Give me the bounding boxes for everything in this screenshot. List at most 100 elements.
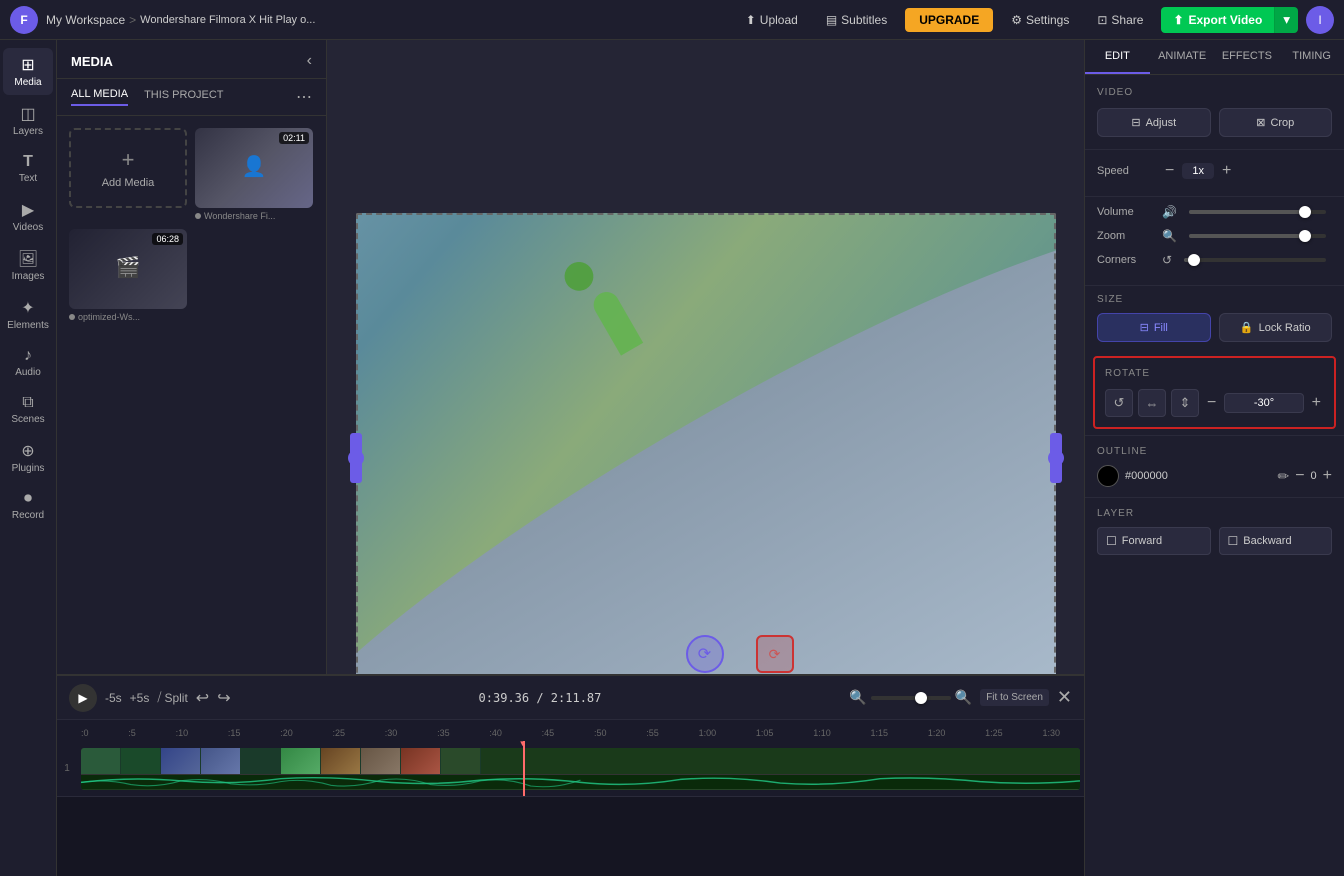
forward-checkbox-icon: ☐ bbox=[1106, 534, 1117, 548]
avatar[interactable]: I bbox=[1306, 6, 1334, 34]
rotate-title: ROTATE bbox=[1105, 368, 1324, 379]
layer-forward-button[interactable]: ☐ Forward bbox=[1097, 527, 1211, 555]
ruler-mark: :55 bbox=[646, 728, 659, 738]
ruler-mark: :35 bbox=[437, 728, 450, 738]
sidebar-item-record[interactable]: ⏺ Record bbox=[3, 483, 53, 528]
outline-minus-button[interactable]: − bbox=[1295, 467, 1304, 485]
ruler-mark: :15 bbox=[228, 728, 241, 738]
ruler-mark: :5 bbox=[128, 728, 136, 738]
split-icon: ⧸ bbox=[157, 690, 161, 705]
speed-minus-button[interactable]: − bbox=[1161, 162, 1178, 180]
media-thumb-2-duration: 06:28 bbox=[152, 233, 183, 245]
volume-label: Volume bbox=[1097, 206, 1162, 218]
backward-checkbox-icon: ☐ bbox=[1228, 534, 1239, 548]
sidebar-item-layers[interactable]: ◫ Layers bbox=[3, 97, 53, 144]
rotate-indicator-icon: ⟳ bbox=[698, 644, 711, 664]
share-icon: ⊡ bbox=[1097, 13, 1107, 27]
export-button[interactable]: ⬆ Export Video bbox=[1161, 7, 1274, 33]
sidebar-item-images[interactable]: 🖼 Images bbox=[3, 242, 53, 289]
speed-value: 1x bbox=[1182, 163, 1214, 179]
tab-edit[interactable]: EDIT bbox=[1085, 40, 1150, 74]
skip-fwd-button[interactable]: +5s bbox=[130, 691, 150, 705]
outline-color-swatch[interactable] bbox=[1097, 465, 1119, 487]
ruler-mark: :40 bbox=[489, 728, 502, 738]
media-thumb-1[interactable]: 👤 02:11 Wondershare Fi... bbox=[195, 128, 313, 221]
corners-icon: ↺ bbox=[1162, 253, 1172, 267]
videos-icon: ▶ bbox=[22, 200, 34, 220]
redo-button[interactable]: ↪ bbox=[217, 688, 230, 708]
sidebar-item-text[interactable]: T Text bbox=[3, 146, 53, 191]
zoom-out-icon[interactable]: 🔍 bbox=[849, 689, 866, 706]
rotate-ccw-button[interactable]: ↺ bbox=[1105, 389, 1133, 417]
elements-icon: ✦ bbox=[21, 298, 34, 318]
sidebar-item-scenes[interactable]: ⧉ Scenes bbox=[3, 387, 53, 432]
corners-slider[interactable] bbox=[1184, 258, 1326, 262]
ruler-mark: 1:25 bbox=[985, 728, 1003, 738]
workspace-link[interactable]: My Workspace bbox=[46, 13, 125, 27]
video-canvas[interactable]: STOKE bbox=[356, 213, 1056, 703]
layer-backward-button[interactable]: ☐ Backward bbox=[1219, 527, 1333, 555]
sidebar-item-videos[interactable]: ▶ Videos bbox=[3, 193, 53, 240]
speed-plus-button[interactable]: + bbox=[1218, 162, 1235, 180]
rotate-plus-button[interactable]: + bbox=[1309, 394, 1324, 412]
sidebar-item-audio[interactable]: ♪ Audio bbox=[3, 340, 53, 385]
timeline-ruler: :0 :5 :10 :15 :20 :25 :30 :35 :40 :45 :5… bbox=[57, 719, 1084, 741]
undo-button[interactable]: ↩ bbox=[196, 688, 209, 708]
outline-title: OUTLINE bbox=[1097, 446, 1332, 457]
lock-ratio-button[interactable]: 🔒 Lock Ratio bbox=[1219, 313, 1333, 342]
canvas-red-indicator[interactable]: ⟳ bbox=[756, 635, 794, 673]
project-name: Wondershare Filmora X Hit Play o... bbox=[140, 14, 315, 26]
upgrade-button[interactable]: UPGRADE bbox=[905, 8, 993, 32]
flip-v-button[interactable]: ⇕ bbox=[1171, 389, 1199, 417]
ruler-mark: 1:10 bbox=[813, 728, 831, 738]
canvas-right-indicator[interactable] bbox=[1048, 450, 1064, 466]
export-icon: ⬆ bbox=[1173, 13, 1183, 27]
zoom-in-icon[interactable]: 🔍 bbox=[955, 689, 972, 706]
share-button[interactable]: ⊡ Share bbox=[1087, 8, 1153, 32]
app-logo: F bbox=[10, 6, 38, 34]
timecode: 0:39.36 / 2:11.87 bbox=[479, 691, 602, 705]
outline-plus-button[interactable]: + bbox=[1323, 467, 1332, 485]
tab-animate[interactable]: ANIMATE bbox=[1150, 40, 1215, 74]
tab-all-media[interactable]: ALL MEDIA bbox=[71, 88, 128, 106]
close-timeline-icon[interactable]: ✕ bbox=[1057, 687, 1072, 708]
fit-to-screen-button[interactable]: Fit to Screen bbox=[980, 689, 1049, 706]
media-thumb-1-name: Wondershare Fi... bbox=[204, 211, 275, 221]
zoom-slider[interactable] bbox=[1189, 234, 1326, 238]
sidebar-item-plugins[interactable]: ⊕ Plugins bbox=[3, 434, 53, 481]
eyedropper-icon[interactable]: ✏ bbox=[1277, 468, 1289, 485]
flip-h-button[interactable]: ⇔ bbox=[1138, 389, 1166, 417]
media-more-icon[interactable]: ⋯ bbox=[296, 87, 312, 107]
settings-icon: ⚙ bbox=[1011, 13, 1022, 27]
right-panel: EDIT ANIMATE EFFECTS TIMING VIDEO ⊟ Adju… bbox=[1084, 40, 1344, 876]
tab-timing[interactable]: TIMING bbox=[1279, 40, 1344, 74]
timeline-zoom-slider[interactable] bbox=[871, 696, 951, 700]
export-dropdown-button[interactable]: ▾ bbox=[1274, 7, 1298, 33]
rotate-minus-button[interactable]: − bbox=[1204, 394, 1219, 412]
split-button[interactable]: ⧸ Split bbox=[157, 690, 187, 705]
speed-label: Speed bbox=[1097, 165, 1157, 177]
crop-icon: ⊠ bbox=[1256, 116, 1265, 129]
sidebar-item-media[interactable]: ⊞ Media bbox=[3, 48, 53, 95]
tab-effects[interactable]: EFFECTS bbox=[1215, 40, 1280, 74]
crop-button[interactable]: ⊠ Crop bbox=[1219, 108, 1333, 137]
canvas-bottom-indicator[interactable]: ⟳ bbox=[686, 635, 724, 673]
fill-button[interactable]: ⊟ Fill bbox=[1097, 313, 1211, 342]
canvas-left-indicator[interactable] bbox=[348, 450, 364, 466]
play-button[interactable]: ▶ bbox=[69, 684, 97, 712]
track-content[interactable] bbox=[81, 748, 1080, 790]
settings-button[interactable]: ⚙ Settings bbox=[1001, 8, 1079, 32]
upload-button[interactable]: ⬆ Upload bbox=[736, 8, 808, 32]
media-panel-collapse-icon[interactable]: ‹ bbox=[307, 52, 312, 70]
adjust-button[interactable]: ⊟ Adjust bbox=[1097, 108, 1211, 137]
sidebar-item-elements[interactable]: ✦ Elements bbox=[3, 291, 53, 338]
outline-value: 0 bbox=[1311, 470, 1317, 482]
playhead[interactable]: ▼ bbox=[523, 741, 525, 796]
media-thumb-2[interactable]: 🎬 06:28 optimized-Ws... bbox=[69, 229, 187, 322]
breadcrumb-sep: > bbox=[129, 13, 136, 27]
subtitles-button[interactable]: ▤ Subtitles bbox=[816, 8, 897, 32]
add-media-button[interactable]: + Add Media bbox=[69, 128, 187, 208]
skip-back-button[interactable]: -5s bbox=[105, 691, 122, 705]
volume-slider[interactable] bbox=[1189, 210, 1326, 214]
tab-this-project[interactable]: THIS PROJECT bbox=[144, 89, 223, 105]
